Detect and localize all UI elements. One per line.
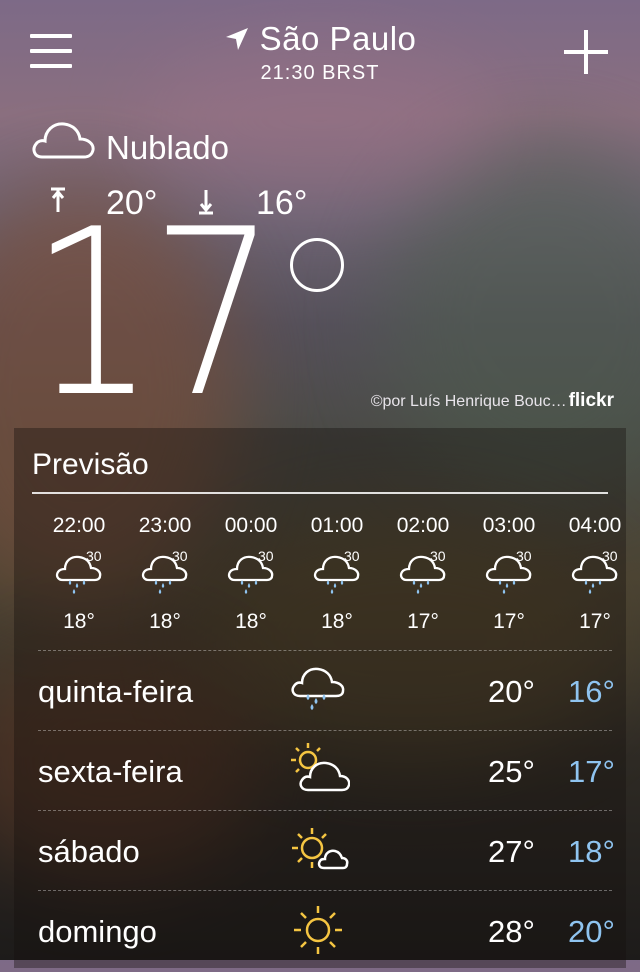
hour-item: 01:00 30 18° — [294, 508, 380, 634]
day-high: 25° — [488, 754, 535, 789]
hour-temp: 17° — [579, 610, 611, 633]
hour-item: 04:00 30 17° — [552, 508, 626, 634]
precip-chance: 30 — [86, 548, 102, 564]
add-city-button[interactable] — [564, 30, 608, 74]
condition-text: Nublado — [106, 129, 229, 166]
forecast-title: Previsão — [32, 448, 149, 481]
day-name: domingo — [38, 914, 157, 949]
hour-item: 22:00 30 18° — [36, 508, 122, 634]
precip-chance: 30 — [516, 548, 532, 564]
hour-temp: 18° — [63, 610, 95, 633]
day-high: 20° — [488, 674, 535, 709]
day-low: 20° — [568, 914, 615, 949]
precip-chance: 30 — [172, 548, 188, 564]
day-name: sexta-feira — [38, 754, 183, 789]
day-row: quinta-feira 20° 16° — [38, 652, 615, 732]
hour-item: 02:00 30 17° — [380, 508, 466, 634]
city-name: São Paulo — [259, 20, 417, 57]
divider — [38, 730, 612, 731]
hour-temp: 17° — [407, 610, 439, 633]
divider — [38, 650, 612, 651]
hour-time: 22:00 — [52, 514, 106, 537]
divider — [38, 890, 612, 891]
day-high: 27° — [488, 834, 535, 869]
hour-temp: 17° — [493, 610, 525, 633]
day-high: 28° — [488, 914, 535, 949]
photo-credit[interactable]: ©por Luís Henrique Bouc… flickr — [371, 390, 614, 412]
precip-chance: 30 — [602, 548, 618, 564]
divider — [38, 810, 612, 811]
hour-temp: 18° — [235, 610, 267, 633]
hour-time: 01:00 — [310, 514, 364, 537]
forecast-panel: Previsão 22:00 30 18° 23:00 30 18° 00:00 30 18° 0… — [14, 428, 626, 968]
day-low: 18° — [568, 834, 615, 869]
header: São Paulo 21:30 BRST — [0, 0, 640, 100]
hour-time: 23:00 — [138, 514, 192, 537]
hour-temp: 18° — [321, 610, 353, 633]
local-time: 21:30 BRST — [260, 62, 380, 84]
day-low: 16° — [568, 674, 615, 709]
precip-chance: 30 — [258, 548, 274, 564]
day-name: sábado — [38, 834, 140, 869]
hour-temp: 18° — [149, 610, 181, 633]
precip-chance: 30 — [344, 548, 360, 564]
day-row: domingo 28° 20° — [38, 892, 615, 972]
hour-item: 23:00 30 18° — [122, 508, 208, 634]
sun-small-cloud-icon — [292, 828, 349, 870]
hour-time: 03:00 — [482, 514, 536, 537]
hour-time: 02:00 — [396, 514, 450, 537]
day-low: 17° — [568, 754, 615, 789]
divider — [32, 492, 608, 494]
cloud-icon — [32, 122, 95, 159]
hour-item: 03:00 30 17° — [466, 508, 552, 634]
rain-cloud-icon — [291, 667, 345, 710]
day-name: quinta-feira — [38, 674, 194, 709]
hour-time: 04:00 — [568, 514, 622, 537]
partly-cloudy-icon — [291, 743, 350, 792]
day-row: sexta-feira 25° 17° — [38, 732, 615, 812]
hour-time: 00:00 — [224, 514, 278, 537]
sun-icon — [294, 906, 342, 954]
hour-item: 00:00 30 18° — [208, 508, 294, 634]
day-row: sábado 27° 18° — [38, 812, 615, 892]
current-temperature: 17 — [30, 181, 277, 448]
degree-symbol — [290, 238, 344, 292]
location-arrow-icon — [225, 28, 248, 50]
location[interactable]: São Paulo — [0, 20, 640, 58]
hourly-forecast[interactable]: 22:00 30 18° 23:00 30 18° 00:00 30 18° 01:00 30 18°… — [14, 508, 626, 648]
precip-chance: 30 — [430, 548, 446, 564]
